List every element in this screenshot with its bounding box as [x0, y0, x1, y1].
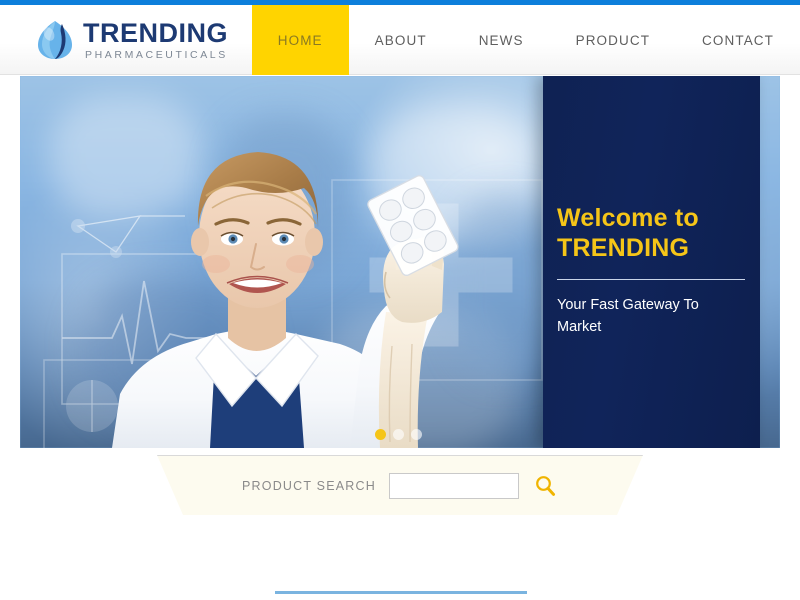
hero-heading-line1: Welcome to	[557, 204, 699, 232]
logo-tagline: PHARMACEUTICALS	[85, 49, 228, 62]
nav-label: HOME	[277, 32, 323, 48]
droplet-leaf-icon	[36, 19, 74, 61]
nav-label: PRODUCT	[575, 32, 651, 48]
search-magnifier-icon	[536, 476, 555, 496]
search-input[interactable]	[388, 473, 519, 499]
site-logo[interactable]: TRENDING PHARMACEUTICALS	[36, 19, 228, 61]
hero-heading: Welcome to TRENDING	[557, 204, 760, 263]
nav-label: ABOUT	[374, 32, 427, 48]
footer-divider	[275, 591, 527, 594]
nav-item-product[interactable]: PRODUCT	[550, 5, 676, 75]
slider-dot-1[interactable]	[375, 429, 386, 440]
page-root: TRENDING PHARMACEUTICALS HOME ABOUT NEWS…	[0, 0, 800, 600]
nav-item-news[interactable]: NEWS	[453, 5, 550, 75]
slider-dot-3[interactable]	[411, 429, 422, 440]
logo-title: TRENDING	[83, 18, 228, 49]
product-search-panel: PRODUCT SEARCH	[150, 455, 650, 517]
nav-label: NEWS	[478, 32, 524, 48]
site-header: TRENDING PHARMACEUTICALS HOME ABOUT NEWS…	[0, 5, 800, 75]
hero-text-panel: Welcome to TRENDING Your Fast Gateway To…	[543, 76, 760, 448]
nav-item-contact[interactable]: CONTACT	[676, 5, 800, 75]
hero-slider-dots	[375, 429, 422, 440]
search-submit-button[interactable]	[532, 473, 558, 499]
main-navigation: HOME ABOUT NEWS PRODUCT CONTACT	[251, 5, 800, 75]
nav-item-home[interactable]: HOME	[251, 5, 349, 75]
hero-divider	[557, 279, 745, 280]
hero-heading-line2: TRENDING	[557, 233, 690, 262]
hero-banner: Welcome to TRENDING Your Fast Gateway To…	[20, 76, 780, 448]
slider-dot-2[interactable]	[393, 429, 404, 440]
hero-subheading: Your Fast Gateway To Market	[557, 297, 699, 336]
search-label: PRODUCT SEARCH	[242, 479, 376, 493]
nav-label: CONTACT	[702, 32, 774, 48]
logo-wordmark: TRENDING PHARMACEUTICALS	[83, 19, 228, 61]
nav-item-about[interactable]: ABOUT	[349, 5, 453, 75]
